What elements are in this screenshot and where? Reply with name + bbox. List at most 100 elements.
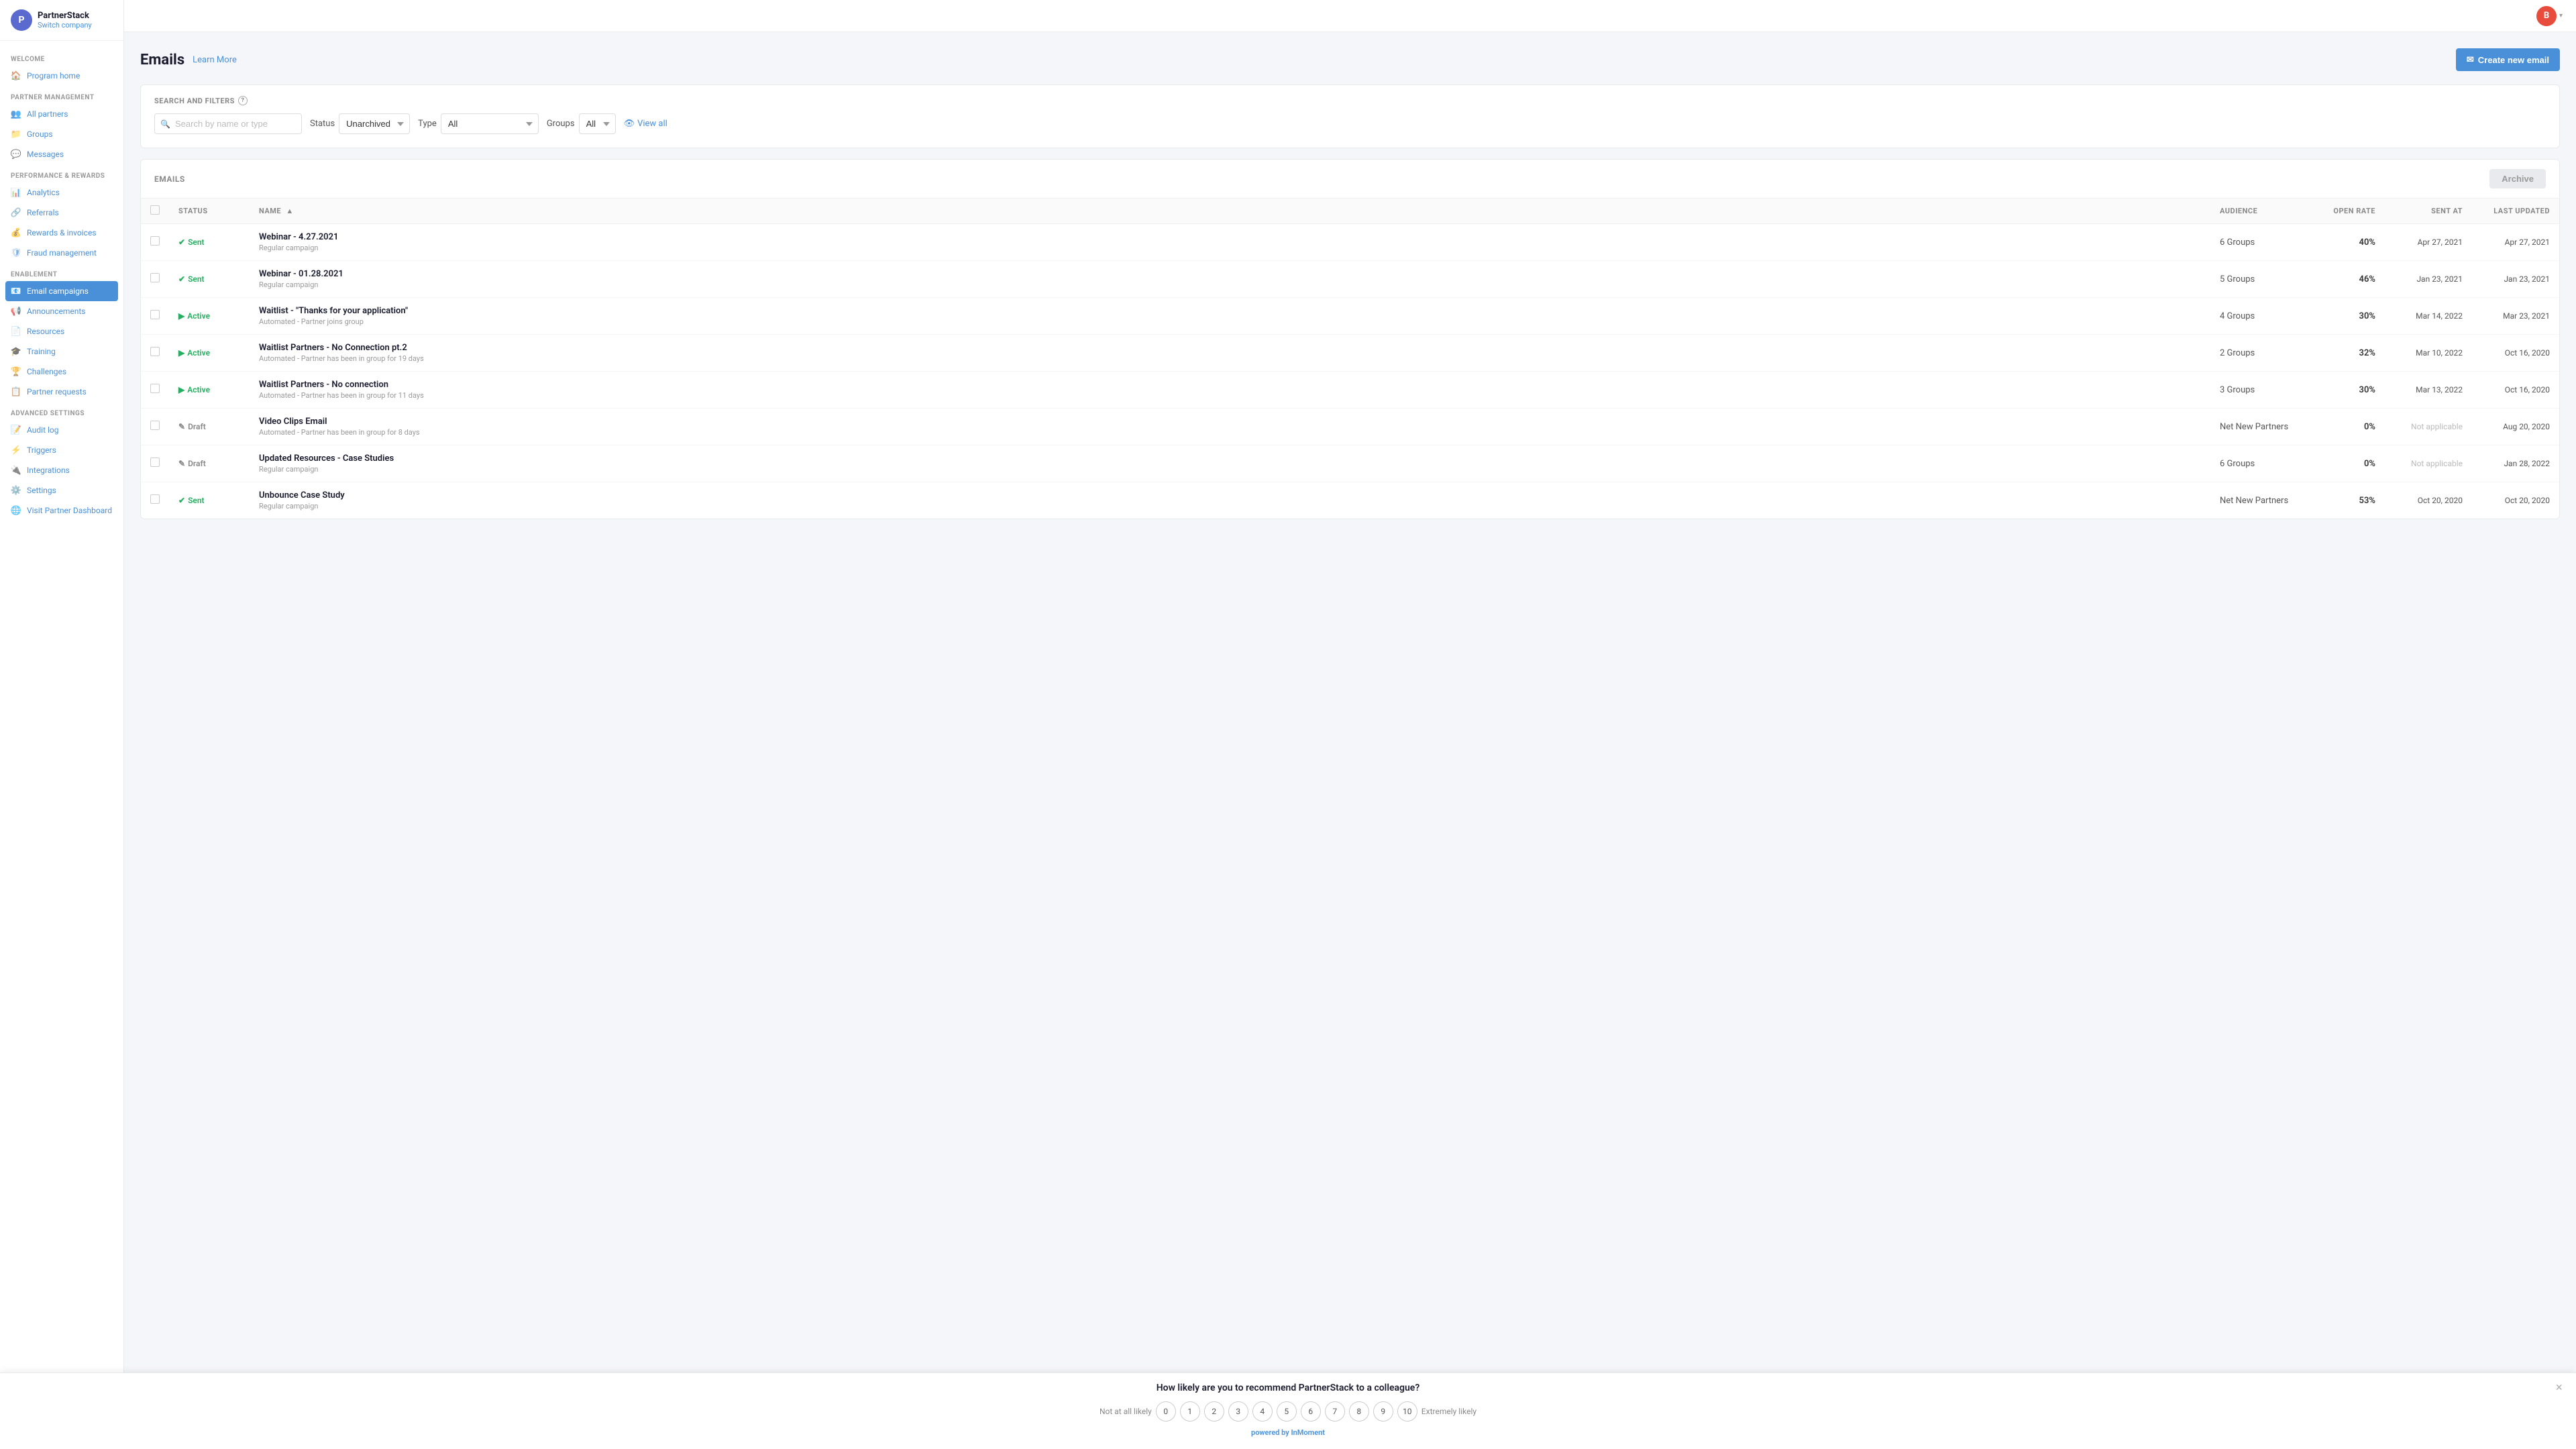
sidebar-item-messages[interactable]: 💬 Messages [0, 144, 123, 164]
sidebar-item-challenges[interactable]: 🏆 Challenges [0, 362, 123, 382]
sidebar-item-fraud-management[interactable]: 🛡 Fraud management [0, 243, 123, 263]
row-checkbox[interactable] [150, 421, 160, 430]
sidebar-item-visit-partner-dashboard[interactable]: 🌐 Visit Partner Dashboard [0, 500, 123, 521]
th-name[interactable]: NAME ▲ [250, 199, 2210, 224]
nps-number-button[interactable]: 3 [1228, 1401, 1248, 1421]
nps-number-button[interactable]: 7 [1325, 1401, 1345, 1421]
nps-number-button[interactable]: 4 [1252, 1401, 1273, 1421]
email-name[interactable]: Unbounce Case Study [259, 490, 2201, 500]
sidebar-item-groups[interactable]: 📁 Groups [0, 124, 123, 144]
nps-numbers: 012345678910 [1156, 1401, 1417, 1421]
create-email-button[interactable]: ✉ Create new email [2456, 48, 2560, 71]
nps-number-button[interactable]: 0 [1156, 1401, 1176, 1421]
audience-text: Net New Partners [2220, 496, 2288, 506]
status-icon: ✎ [178, 422, 185, 431]
status-badge: ▶ Active [178, 311, 210, 321]
row-checkbox[interactable] [150, 310, 160, 319]
nps-number-button[interactable]: 10 [1397, 1401, 1417, 1421]
help-icon[interactable]: ? [238, 96, 248, 105]
email-name[interactable]: Updated Resources - Case Studies [259, 453, 2201, 464]
email-name[interactable]: Waitlist Partners - No connection [259, 380, 2201, 390]
nps-number-button[interactable]: 6 [1301, 1401, 1321, 1421]
nav-section-enablement: ENABLEMENT [0, 263, 123, 281]
nps-number-button[interactable]: 5 [1277, 1401, 1297, 1421]
sidebar-item-partner-requests[interactable]: 📋 Partner requests [0, 382, 123, 402]
th-sent-at: SENT AT [2385, 199, 2472, 224]
sidebar-item-email-campaigns[interactable]: 📧 Email campaigns [5, 281, 118, 301]
nps-number-button[interactable]: 8 [1349, 1401, 1369, 1421]
nps-number-button[interactable]: 9 [1373, 1401, 1393, 1421]
nav-label-announcements: Announcements [27, 307, 85, 316]
open-rate-value: 30% [2359, 311, 2375, 321]
nav-label-messages: Messages [27, 150, 64, 159]
learn-more-link[interactable]: Learn More [193, 55, 237, 65]
groups-select[interactable]: All [579, 113, 616, 134]
sidebar-item-audit-log[interactable]: 📝 Audit log [0, 420, 123, 440]
archive-button[interactable]: Archive [2489, 169, 2546, 189]
sidebar-item-referrals[interactable]: 🔗 Referrals [0, 203, 123, 223]
sidebar-item-settings[interactable]: ⚙️ Settings [0, 480, 123, 500]
content-area: Emails Learn More ✉ Create new email SEA… [124, 32, 2576, 535]
emails-section-title: EMAILS [154, 174, 185, 184]
th-open-rate: OPEN RATE [2318, 199, 2385, 224]
last-updated-value: Mar 23, 2021 [2503, 311, 2550, 321]
view-all-link[interactable]: 👁 View all [624, 119, 667, 129]
last-updated-value: Oct 20, 2020 [2505, 496, 2550, 505]
select-all-checkbox[interactable] [150, 205, 160, 215]
nav-section-partner-mgmt: PARTNER MANAGEMENT [0, 86, 123, 104]
row-checkbox[interactable] [150, 347, 160, 356]
status-icon: ▶ [178, 311, 184, 321]
nps-powered: powered by InMoment [16, 1428, 2560, 1437]
status-select[interactable]: Unarchived Archived All [339, 113, 410, 134]
sidebar-item-rewards-invoices[interactable]: 💰 Rewards & invoices [0, 223, 123, 243]
email-name[interactable]: Webinar - 4.27.2021 [259, 232, 2201, 242]
nps-number-button[interactable]: 2 [1204, 1401, 1224, 1421]
sent-at-value: Apr 27, 2021 [2418, 237, 2463, 247]
top-bar: B ▾ [124, 0, 2576, 32]
table-row: ▶ Active Waitlist - "Thanks for your app… [141, 298, 2559, 335]
eye-icon: 👁 [624, 119, 635, 129]
email-name[interactable]: Waitlist - "Thanks for your application" [259, 306, 2201, 316]
analytics-icon: 📊 [11, 187, 21, 198]
audit-icon: 📝 [11, 425, 21, 435]
sidebar-item-all-partners[interactable]: 👥 All partners [0, 104, 123, 124]
row-checkbox[interactable] [150, 458, 160, 467]
sidebar-item-analytics[interactable]: 📊 Analytics [0, 182, 123, 203]
user-menu-chevron[interactable]: ▾ [2559, 12, 2563, 19]
nav-section-advanced: ADVANCED SETTINGS [0, 402, 123, 420]
sidebar-item-triggers[interactable]: ⚡ Triggers [0, 440, 123, 460]
table-row: ✔ Sent Unbounce Case Study Regular campa… [141, 482, 2559, 519]
view-all-label: View all [637, 119, 667, 129]
switch-company-link[interactable]: Switch company [38, 21, 92, 30]
row-checkbox[interactable] [150, 273, 160, 282]
row-checkbox[interactable] [150, 494, 160, 504]
emails-section-header: EMAILS Archive [141, 160, 2559, 199]
sidebar-item-resources[interactable]: 📄 Resources [0, 321, 123, 341]
nps-close-button[interactable]: × [2555, 1381, 2563, 1393]
sidebar-item-integrations[interactable]: 🔌 Integrations [0, 460, 123, 480]
nps-number-button[interactable]: 1 [1180, 1401, 1200, 1421]
user-avatar[interactable]: B [2536, 6, 2557, 26]
nav-label-partner-requests: Partner requests [27, 387, 87, 396]
email-name[interactable]: Webinar - 01.28.2021 [259, 269, 2201, 279]
row-checkbox[interactable] [150, 384, 160, 393]
status-text: Sent [188, 237, 205, 247]
envelope-icon: ✉ [2467, 54, 2474, 65]
sent-at-value: Not applicable [2411, 422, 2463, 431]
type-select[interactable]: All Regular campaign Automated [441, 113, 539, 134]
sidebar-item-training[interactable]: 🎓 Training [0, 341, 123, 362]
th-audience: AUDIENCE [2210, 199, 2318, 224]
search-input-wrap: 🔍 [154, 113, 302, 134]
email-name[interactable]: Waitlist Partners - No Connection pt.2 [259, 343, 2201, 353]
email-name[interactable]: Video Clips Email [259, 417, 2201, 427]
audience-text: 3 Groups [2220, 385, 2255, 395]
nav-label-challenges: Challenges [27, 367, 66, 376]
sidebar-item-announcements[interactable]: 📢 Announcements [0, 301, 123, 321]
nav-label-integrations: Integrations [27, 466, 70, 475]
status-text: Active [187, 348, 210, 358]
sidebar-item-program-home[interactable]: 🏠 Program home [0, 66, 123, 86]
row-checkbox[interactable] [150, 236, 160, 246]
fraud-icon: 🛡 [11, 248, 21, 258]
search-input[interactable] [154, 113, 302, 134]
emails-tbody: ✔ Sent Webinar - 4.27.2021 Regular campa… [141, 224, 2559, 519]
